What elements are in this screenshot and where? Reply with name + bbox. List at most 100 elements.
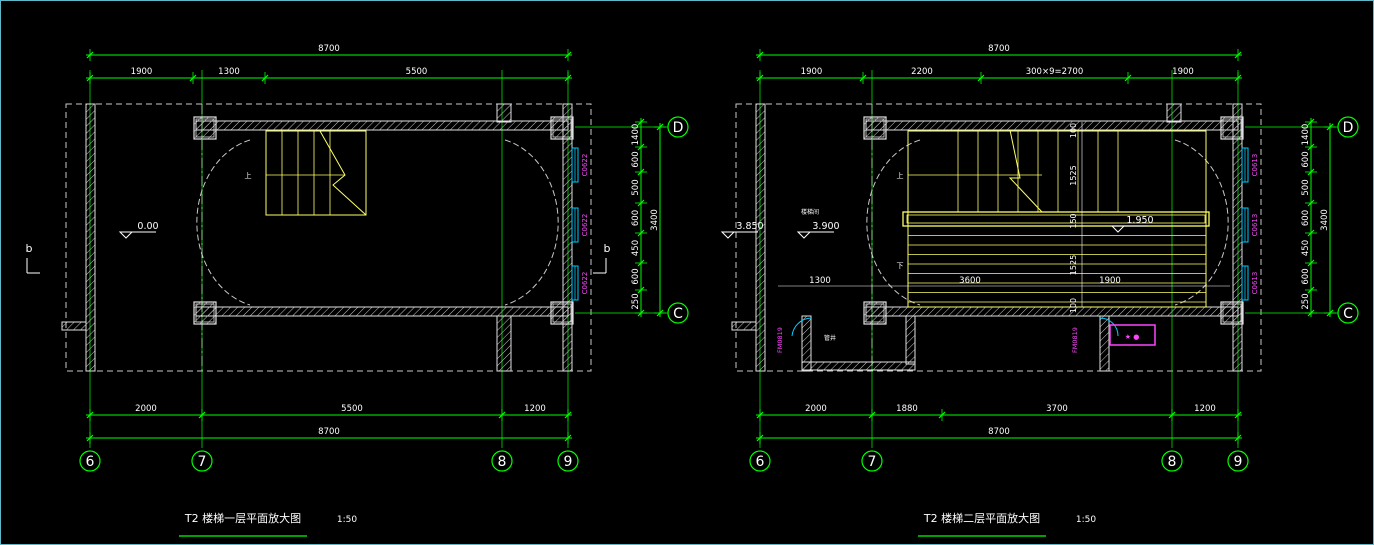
landing-rail-inner xyxy=(906,214,1206,224)
plan-first-floor: C0622C0622C0622上0.00b b87001900 1300 550020… xyxy=(26,44,689,537)
top-wall-return xyxy=(496,103,512,123)
dimension-text: 3700 xyxy=(1046,404,1068,414)
stair-up-label: 上 xyxy=(245,171,252,180)
column xyxy=(193,116,217,140)
top-wall-return xyxy=(1166,103,1182,123)
stair-dim-text: 1525 xyxy=(1069,255,1078,275)
stair-up-label: 上 xyxy=(897,171,904,180)
grid-label: C xyxy=(1343,306,1353,322)
dimension-text: 2200 xyxy=(911,67,933,77)
column xyxy=(863,301,887,325)
bottom-wall xyxy=(865,306,1239,317)
window-tag: C0622 xyxy=(581,272,589,295)
level-symbol xyxy=(1110,225,1126,233)
outline-boundary xyxy=(65,103,592,372)
dimension-text: 600 xyxy=(631,268,641,284)
grid-label: 6 xyxy=(756,454,765,470)
side-stub xyxy=(731,321,757,331)
dimension-text: 500 xyxy=(1301,179,1311,195)
plan-layer: C0622C0622C0622上0.00b b87001900 1300 550020… xyxy=(26,44,1359,537)
grid-label: 9 xyxy=(564,454,573,470)
dimension-text: 600 xyxy=(1301,210,1311,226)
dimension-text: 1400 xyxy=(1301,124,1311,146)
plan-scale: 1:50 xyxy=(337,515,357,525)
door-tag: FM0819 xyxy=(1071,327,1079,353)
lower-wall xyxy=(801,361,916,371)
stair-outline xyxy=(907,130,1207,308)
grid-label: 7 xyxy=(198,454,207,470)
door-tag: FM0819 xyxy=(776,327,784,353)
fixture-label: ★ ● xyxy=(1125,333,1140,341)
window-tag: C0613 xyxy=(1251,272,1259,295)
dimension-text: 300×9=2700 xyxy=(1026,67,1084,77)
dimension-text: 1900 xyxy=(1172,67,1194,77)
grid-label: 6 xyxy=(86,454,95,470)
dimension-text: 8700 xyxy=(988,44,1010,54)
column xyxy=(863,116,887,140)
plan-title: T2 楼梯二层平面放大图 xyxy=(923,511,1040,525)
stair-dim-text: 1525 xyxy=(1069,165,1078,185)
side-stub xyxy=(61,321,87,331)
plan-scale: 1:50 xyxy=(1076,515,1096,525)
dimension-text: 600 xyxy=(1301,268,1311,284)
landing-rail xyxy=(902,211,1210,227)
right-wall xyxy=(1232,103,1243,372)
curved-wall-right xyxy=(1174,139,1229,306)
level-text: 0.00 xyxy=(137,221,158,232)
stair-flight: 上 xyxy=(245,130,367,216)
outline-boundary xyxy=(735,103,1262,372)
dimension-text: 1400 xyxy=(631,124,641,146)
stair-dim-text: 150 xyxy=(1069,213,1078,228)
curved-wall-left xyxy=(196,139,251,306)
dimension-text: 8700 xyxy=(318,44,340,54)
room-label: 管井 xyxy=(824,334,836,342)
section-marks: bb xyxy=(26,242,611,274)
dimension-text: 2000 xyxy=(135,404,157,414)
dimension-text: 5500 xyxy=(341,404,363,414)
dimension-text: 8700 xyxy=(988,427,1010,437)
dimension-text: 2000 xyxy=(805,404,827,414)
room-label: 楼梯间 xyxy=(801,208,819,216)
dimension-text: 250 xyxy=(1301,293,1311,309)
dimension-text: 1200 xyxy=(524,404,546,414)
inner-dim-text: 3600 xyxy=(959,276,981,286)
right-wall xyxy=(562,103,573,372)
plan-second-floor: C0613C0613C0613上下1300 3600 190010015251501… xyxy=(720,44,1359,537)
level-symbol xyxy=(118,231,134,239)
top-wall xyxy=(865,120,1239,131)
level-text: 3.900 xyxy=(812,221,839,232)
curved-wall-left xyxy=(866,139,921,306)
dimension-text: 3400 xyxy=(650,209,660,231)
dimension-text: 450 xyxy=(631,240,641,256)
break-line xyxy=(319,130,367,216)
dimension-text: 450 xyxy=(1301,240,1311,256)
dimension-text: 1900 xyxy=(801,67,823,77)
grid-label: 7 xyxy=(868,454,877,470)
dimension-text: 1880 xyxy=(896,404,918,414)
dimension-text: 600 xyxy=(631,210,641,226)
bottom-wall xyxy=(195,306,569,317)
stair-dim-text: 100 xyxy=(1069,123,1078,138)
stair-vertical-dims: 100 1525 150 1525 100 xyxy=(1069,122,1083,313)
left-wall xyxy=(85,103,96,372)
section-label: b xyxy=(26,242,33,255)
grid-label: 8 xyxy=(498,454,507,470)
plan-title: T2 楼梯一层平面放大图 xyxy=(184,511,301,525)
level-text: 3.850 xyxy=(736,221,763,232)
stair-down-label: 下 xyxy=(897,262,904,270)
column xyxy=(550,301,574,325)
window-tag: C0613 xyxy=(1251,154,1259,177)
stair-flight: 上下 xyxy=(897,129,1210,308)
grid-label: 8 xyxy=(1168,454,1177,470)
dimension-text: 5500 xyxy=(406,67,428,77)
level-text: 1.950 xyxy=(1126,215,1153,226)
column xyxy=(1220,301,1244,325)
dimension-text: 600 xyxy=(1301,151,1311,167)
top-wall xyxy=(195,120,569,131)
lower-partition xyxy=(496,315,512,372)
stair-dim-text: 100 xyxy=(1069,298,1078,313)
grid-label: D xyxy=(673,120,684,136)
window-tag: C0622 xyxy=(581,214,589,237)
dimension-text: 1900 xyxy=(131,67,153,77)
window-tag: C0613 xyxy=(1251,214,1259,237)
